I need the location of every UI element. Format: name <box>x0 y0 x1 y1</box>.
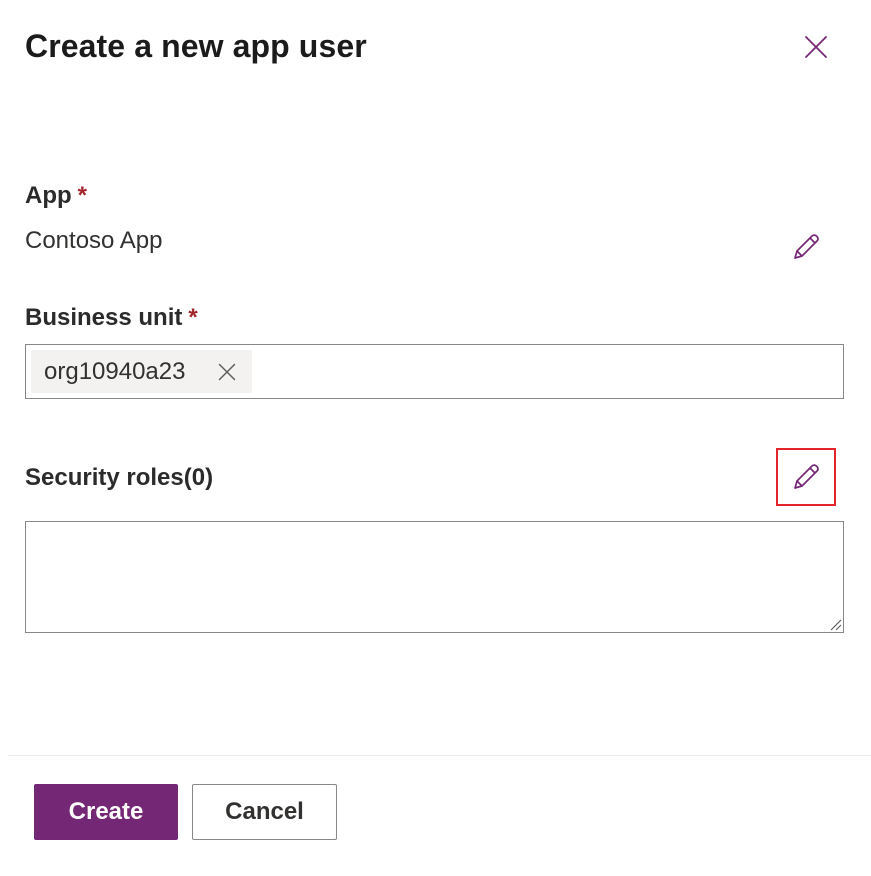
required-indicator: * <box>188 304 198 331</box>
app-value: Contoso App <box>25 227 163 254</box>
business-unit-chip: org10940a23 <box>31 350 252 393</box>
security-roles-textarea[interactable] <box>25 521 844 633</box>
app-label-text: App <box>25 182 72 209</box>
pencil-icon <box>794 234 819 259</box>
cancel-button[interactable]: Cancel <box>192 784 337 840</box>
edit-app-button[interactable] <box>776 218 836 276</box>
resize-grip-icon[interactable] <box>828 617 842 631</box>
business-unit-label: Business unit * <box>25 303 198 333</box>
pencil-icon <box>794 464 819 489</box>
required-indicator: * <box>77 182 87 209</box>
security-roles-label: Security roles(0) <box>25 464 214 491</box>
business-unit-label-text: Business unit <box>25 304 183 331</box>
footer-divider <box>8 755 871 756</box>
chip-remove-button[interactable] <box>213 358 241 386</box>
dialog-title: Create a new app user <box>25 28 367 64</box>
app-label: App * <box>25 181 87 211</box>
chip-label: org10940a23 <box>44 357 186 385</box>
create-button[interactable]: Create <box>34 784 178 840</box>
edit-security-roles-button[interactable] <box>776 448 836 506</box>
close-button[interactable] <box>796 27 836 67</box>
close-icon <box>805 36 827 58</box>
business-unit-input[interactable]: org10940a23 <box>25 344 844 399</box>
dismiss-icon <box>218 363 236 381</box>
